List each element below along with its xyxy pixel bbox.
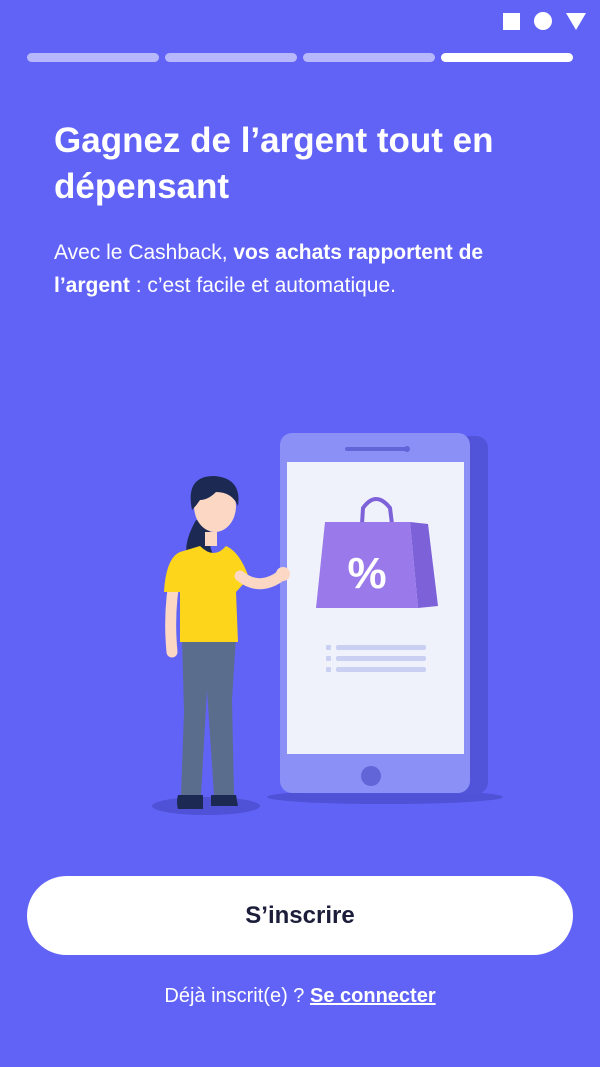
circle-icon: [534, 12, 552, 30]
progress-step: [303, 53, 435, 62]
login-prompt-text: Déjà inscrit(e) ?: [164, 985, 310, 1007]
signup-button[interactable]: S’inscrire: [27, 876, 573, 955]
subtitle-text-end: : c’est facile et automatique.: [129, 274, 396, 297]
page-subtitle: Avec le Cashback, vos achats rapportent …: [54, 236, 564, 302]
woman-shadow: [152, 797, 260, 815]
progress-step: [27, 53, 159, 62]
page-title: Gagnez de l’argent tout en dépensant: [54, 121, 494, 206]
square-icon: [503, 12, 520, 30]
status-bar: [503, 12, 586, 30]
onboarding-progress: [27, 53, 573, 62]
subtitle-text: Avec le Cashback,: [54, 241, 234, 264]
triangle-icon: [566, 12, 586, 30]
login-prompt: Déjà inscrit(e) ? Se connecter: [0, 985, 600, 1008]
bag-symbol: %: [347, 549, 386, 598]
login-link[interactable]: Se connecter: [310, 985, 436, 1007]
woman-illustration: [164, 476, 290, 809]
cashback-illustration: %: [152, 433, 503, 815]
phone-illustration: [280, 433, 488, 794]
progress-step: [165, 53, 297, 62]
progress-step-current: [441, 53, 573, 62]
